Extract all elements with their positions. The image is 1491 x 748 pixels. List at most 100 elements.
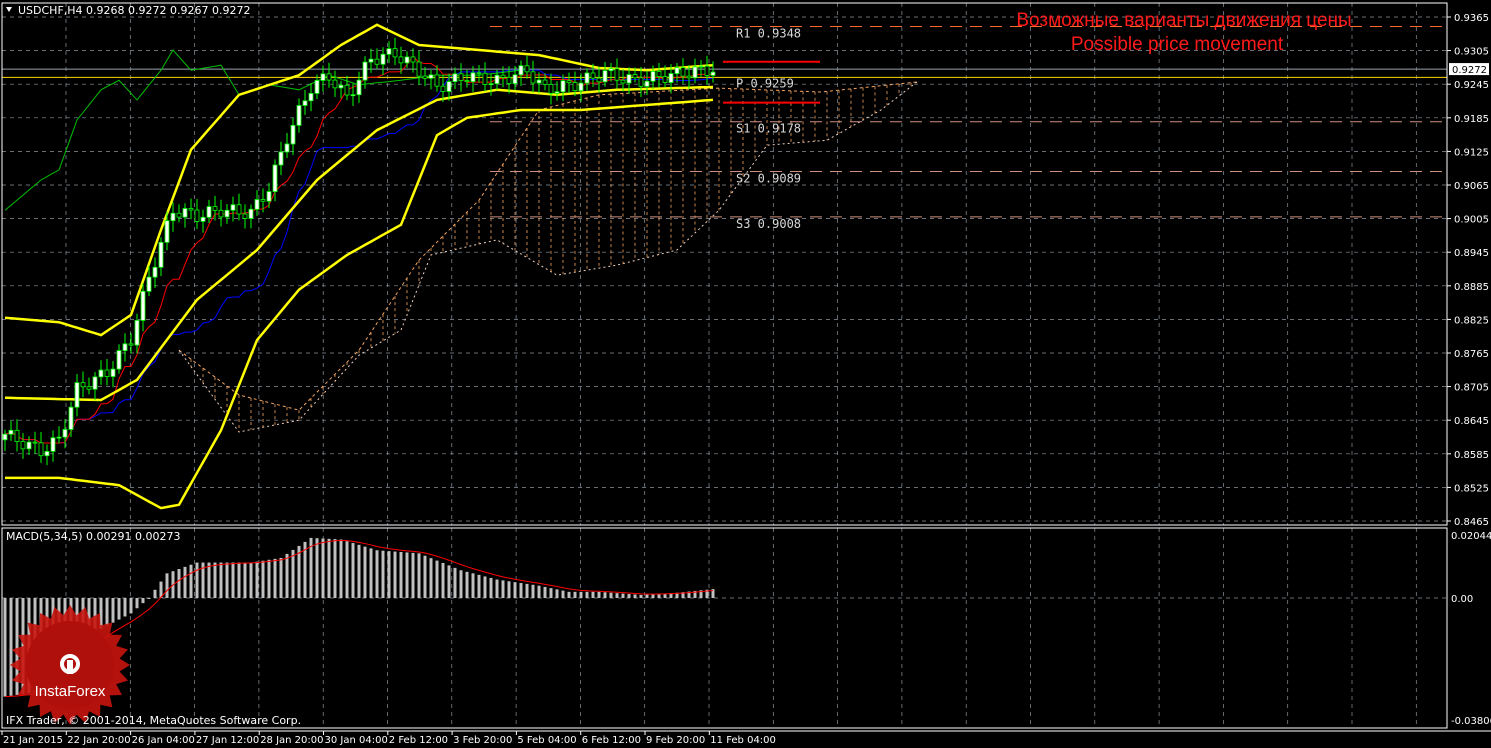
main-panel-frame [1, 2, 1448, 526]
macd-histogram-bar [387, 551, 391, 598]
macd-histogram-bar [597, 591, 601, 598]
macd-histogram-bar [525, 583, 529, 598]
candle-body [62, 429, 68, 438]
macd-histogram-bar [465, 571, 469, 598]
candle-body [650, 71, 656, 82]
candle-body [368, 58, 374, 63]
candle-body [152, 266, 158, 278]
macd-histogram-bar [411, 552, 415, 598]
candle-body [608, 68, 614, 72]
candle-body [530, 71, 536, 84]
macd-histogram-bar [555, 589, 559, 598]
symbol-title: USDCHF,H4 0.9268 0.9272 0.9267 0.9272 [18, 4, 251, 17]
candle-body [380, 53, 386, 65]
macd-histogram-bar [477, 574, 481, 598]
usdchf-h4-chart[interactable]: R1 0.9348 P 0.9259 S1 0.9178 S2 0.9089 S3 0.… [0, 0, 1491, 748]
candle-body [374, 58, 380, 65]
macd-histogram-bar [501, 580, 505, 598]
macd-histogram-bar [513, 582, 517, 598]
dropdown-triangle-icon[interactable] [6, 7, 12, 12]
tenkan-line [4, 55, 713, 444]
candle-body [692, 66, 698, 79]
candle-body [44, 451, 50, 457]
y-tick-label: 0.9005 [1454, 215, 1489, 226]
macd-histogram-bar [165, 573, 169, 598]
macd-histogram-bar [615, 593, 619, 598]
copyright-text: IFX Trader, © 2001-2014, MetaQuotes Soft… [6, 714, 301, 727]
pivot-label-s3: S3 0.9008 [736, 217, 801, 231]
candle-body [146, 276, 152, 292]
macd-histogram-bar [339, 539, 343, 598]
macd-histogram-bar [585, 591, 589, 598]
macd-histogram-bar [651, 594, 655, 598]
candle-body [404, 56, 410, 64]
macd-histogram-bar [261, 560, 265, 598]
macd-histogram-bar [483, 576, 487, 598]
candle-body [560, 80, 566, 93]
macd-histogram-bar [213, 562, 217, 598]
candle-body [638, 77, 644, 87]
macd-title: MACD(5,34,5) 0.00291 0.00273 [6, 530, 181, 543]
macd-histogram-bar [207, 562, 211, 598]
candle-body [626, 74, 632, 84]
annotation-russian: Возможные варианты движения цены [1016, 10, 1351, 31]
candle-body [200, 216, 206, 222]
x-tick-label: 26 Jan 04:00 [132, 735, 195, 746]
candle-body [536, 79, 542, 84]
macd-histogram-bar [429, 558, 433, 598]
macd-tick-label: 0.02044 [1451, 531, 1491, 542]
y-tick-label: 0.8945 [1454, 248, 1489, 259]
candle-body [26, 441, 32, 450]
candle-body [74, 382, 80, 408]
candle-body [230, 204, 236, 211]
candle-body [176, 212, 182, 218]
candle-body [440, 85, 446, 92]
candle-body [278, 151, 284, 166]
candle-body [524, 65, 530, 73]
x-tick-label: 3 Feb 20:00 [453, 735, 512, 746]
macd-histogram-bar [273, 558, 277, 598]
macd-histogram-bar [627, 594, 631, 598]
macd-histogram-bar [345, 541, 349, 598]
candle-body [68, 406, 74, 430]
candle-body [296, 105, 302, 126]
candle-body [20, 441, 26, 450]
candle-body [542, 79, 548, 85]
macd-histogram-bar [351, 543, 355, 598]
macd-histogram-bar [195, 562, 199, 598]
candle-body [50, 437, 56, 452]
candle-body [140, 290, 146, 321]
candle-body [326, 73, 332, 81]
candle-body [416, 61, 422, 77]
candle-body [482, 72, 488, 85]
macd-histogram-bar [537, 585, 541, 598]
x-tick-label: 21 Jan 2015 [3, 735, 63, 746]
macd-histogram-bar [441, 562, 445, 598]
macd-histogram-bar [255, 561, 259, 598]
macd-histogram-bar [507, 581, 511, 598]
y-tick-label: 0.8465 [1454, 517, 1489, 528]
y-tick-label: 0.9245 [1454, 80, 1489, 91]
annotation-english: Possible price movement [1071, 34, 1284, 55]
macd-histogram-bar [189, 564, 193, 598]
candle-body [410, 56, 416, 63]
x-tick-label: 28 Jan 20:00 [260, 735, 323, 746]
candle-body [446, 81, 452, 92]
macd-histogram-bar [567, 591, 571, 598]
y-tick-label: 0.9185 [1454, 114, 1489, 125]
current-price-label: 0.9272 [1452, 65, 1487, 76]
candle-body [602, 70, 608, 83]
macd-histogram-bar [399, 551, 403, 598]
candle-body [584, 72, 590, 84]
candle-body [686, 75, 692, 79]
macd-histogram-bar [225, 562, 229, 598]
macd-histogram-bar [561, 590, 565, 598]
candle-body [314, 80, 320, 94]
candle-body [2, 433, 8, 441]
candle-body [98, 369, 104, 378]
candle-body [428, 74, 434, 79]
candle-body [302, 100, 308, 106]
candle-body [260, 199, 266, 202]
macd-histogram-bar [369, 548, 373, 598]
candle-body [86, 386, 92, 390]
